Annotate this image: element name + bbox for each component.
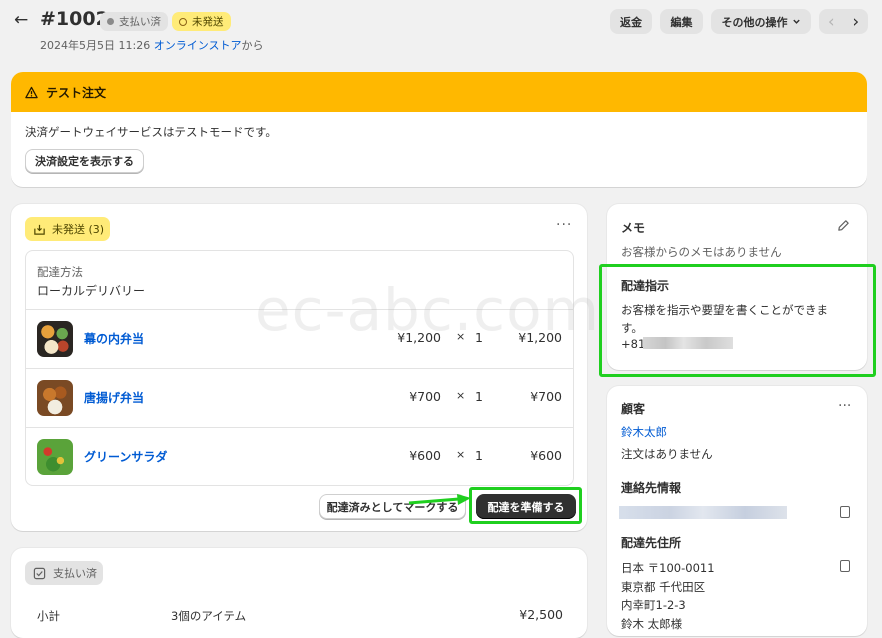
arrow-annotation-icon — [408, 494, 471, 505]
chevron-down-icon — [792, 19, 800, 24]
paid-badge: 支払い済 — [25, 561, 103, 585]
divider — [26, 368, 573, 369]
item-name-link[interactable]: 幕の内弁当 — [84, 330, 144, 347]
badge-label: 支払い済 — [119, 16, 161, 28]
delivery-method-value: ローカルデリバリー — [37, 284, 146, 298]
shipping-address-title: 配達先住所 — [621, 536, 682, 550]
back-arrow-icon[interactable]: ← — [14, 10, 28, 30]
badge-label: 未発送 — [192, 16, 224, 28]
order-subline: 2024年5月5日 11:26 オンラインストアから — [40, 37, 263, 53]
subtotal-value: ¥2,500 — [519, 607, 563, 622]
test-order-banner-body: 決済ゲートウェイサービスはテストモードです。 決済設定を表示する — [11, 112, 867, 187]
dot-icon — [107, 18, 114, 25]
item-qty: 1 — [475, 389, 483, 404]
payment-status-badge: 支払い済 — [100, 12, 168, 31]
more-actions-label: その他の操作 — [721, 15, 788, 29]
fulfillment-items-box: 配達方法 ローカルデリバリー 幕の内弁当 ¥1,200 × 1 ¥1,200 唐… — [25, 250, 574, 486]
divider — [26, 427, 573, 428]
previous-order-icon[interactable]: ‹ — [828, 12, 835, 32]
item-qty: 1 — [475, 448, 483, 463]
item-qty: 1 — [475, 330, 483, 345]
address-line: 日本 〒100-0011 — [621, 561, 715, 575]
test-mode-message: 決済ゲートウェイサービスはテストモードです。 — [25, 125, 277, 139]
unfulfilled-badge: 未発送 (3) — [25, 217, 110, 241]
address-line: 内幸町1-2-3 — [621, 598, 686, 612]
redacted-email — [619, 506, 787, 519]
karaage-bento-image — [37, 380, 73, 416]
divider — [26, 309, 573, 310]
item-price: ¥1,200 — [397, 330, 441, 345]
ring-icon — [179, 17, 187, 26]
next-order-icon[interactable]: › — [852, 12, 859, 32]
makunouchi-bento-image — [37, 321, 73, 357]
prepare-delivery-button[interactable]: 配達を準備する — [476, 494, 576, 519]
test-order-banner-header: テスト注文 — [11, 72, 867, 112]
item-total: ¥600 — [530, 448, 562, 463]
store-link[interactable]: オンラインストア — [154, 39, 242, 52]
test-order-title: テスト注文 — [46, 85, 107, 100]
order-number: #1002 — [40, 8, 109, 30]
edit-button[interactable]: 編集 — [660, 9, 703, 34]
fulfillment-card: 未発送 (3) ··· 配達方法 ローカルデリバリー 幕の内弁当 ¥1,200 … — [11, 204, 587, 531]
highlight-frame — [599, 264, 876, 377]
item-price: ¥700 — [409, 389, 441, 404]
clipboard-icon[interactable] — [840, 560, 850, 572]
warning-icon — [25, 86, 38, 98]
refund-button[interactable]: 返金 — [610, 9, 652, 34]
item-price: ¥600 — [409, 448, 441, 463]
customer-title: 顧客 — [621, 402, 646, 416]
item-total: ¥1,200 — [518, 330, 562, 345]
customer-card: 顧客 ··· 鈴木太郎 注文はありません 連絡先情報 配達先住所 日本 〒100… — [607, 386, 867, 636]
customer-orders-text: 注文はありません — [621, 447, 713, 461]
delivery-method-label: 配達方法 — [37, 265, 83, 279]
view-payment-settings-button[interactable]: 決済設定を表示する — [25, 149, 144, 173]
item-total: ¥700 — [530, 389, 562, 404]
shipping-address: 日本 〒100-0011 東京都 千代田区 内幸町1-2-3 鈴木 太郎様 — [621, 559, 715, 633]
green-salad-image — [37, 439, 73, 475]
memo-empty-text: お客様からのメモはありません — [621, 245, 782, 259]
order-date: 2024年5月5日 11:26 — [40, 39, 151, 52]
from-text: から — [241, 39, 264, 52]
subtotal-label: 小計 — [37, 609, 60, 623]
unfulfilled-badge-label: 未発送 (3) — [52, 223, 105, 236]
order-pager: ‹ › — [819, 9, 868, 34]
pencil-icon[interactable] — [837, 219, 850, 232]
subtotal-items: 3個のアイテム — [171, 609, 247, 623]
qty-sign: × — [456, 330, 466, 343]
checkbox-icon — [33, 567, 46, 579]
more-actions-button[interactable]: その他の操作 — [711, 9, 811, 34]
clipboard-icon[interactable] — [840, 506, 850, 518]
qty-sign: × — [456, 389, 466, 402]
package-icon — [34, 224, 45, 235]
address-line: 東京都 千代田区 — [621, 579, 706, 594]
memo-title: メモ — [621, 221, 646, 235]
contact-info-title: 連絡先情報 — [621, 481, 682, 495]
address-line: 鈴木 太郎様 — [621, 616, 683, 631]
item-name-link[interactable]: グリーンサラダ — [84, 448, 167, 465]
fulfillment-status-badge: 未発送 — [172, 12, 231, 31]
customer-name-link[interactable]: 鈴木太郎 — [621, 424, 667, 440]
item-name-link[interactable]: 唐揚げ弁当 — [84, 389, 144, 406]
more-menu-icon[interactable]: ··· — [556, 217, 572, 233]
qty-sign: × — [456, 448, 466, 461]
more-menu-icon[interactable]: ··· — [838, 398, 851, 414]
paid-badge-label: 支払い済 — [53, 567, 97, 580]
payment-card: 支払い済 小計 3個のアイテム ¥2,500 — [11, 548, 587, 638]
